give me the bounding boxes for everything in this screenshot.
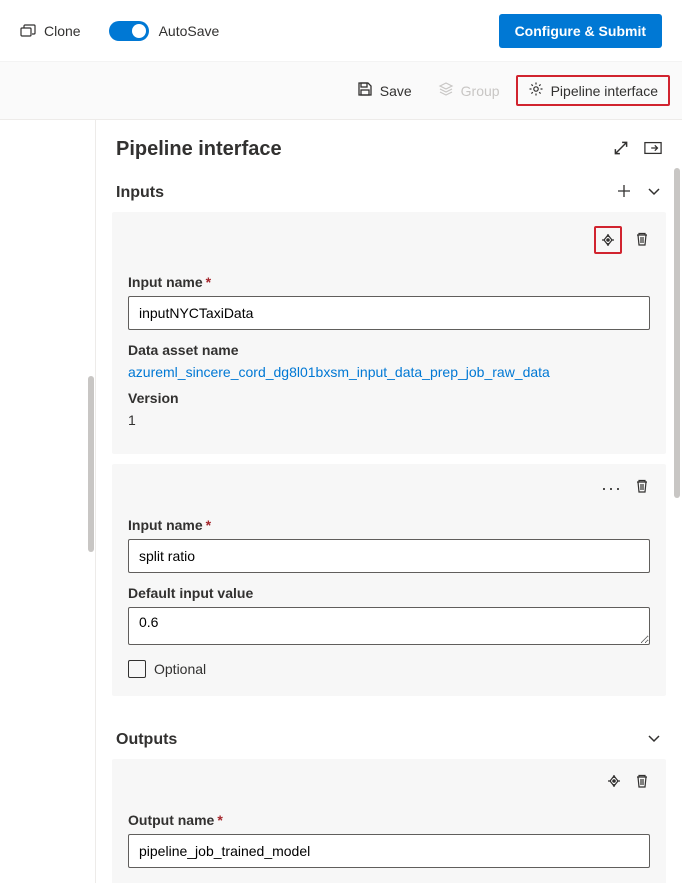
input2-name-label: Input name* <box>128 517 650 533</box>
outputs-heading: Outputs <box>116 731 177 749</box>
inputs-section: Inputs <box>96 173 682 720</box>
input1-name-field[interactable] <box>128 296 650 330</box>
delete-input-icon[interactable] <box>634 478 650 497</box>
optional-label: Optional <box>154 661 206 677</box>
delete-output-icon[interactable] <box>634 773 650 792</box>
input-card-1: Input name* Data asset name azureml_sinc… <box>112 212 666 454</box>
pipeline-interface-button[interactable]: Pipeline interface <box>516 75 670 106</box>
save-button[interactable]: Save <box>347 75 422 106</box>
group-button: Group <box>428 75 510 106</box>
main-body: Pipeline interface Inputs <box>0 120 682 883</box>
panel-title: Pipeline interface <box>116 138 282 161</box>
left-rail <box>0 120 95 883</box>
autosave-toggle[interactable] <box>109 21 149 41</box>
more-options-icon[interactable]: ··· <box>601 479 622 497</box>
chevron-down-icon[interactable] <box>646 730 662 749</box>
resize-handle[interactable] <box>88 376 94 552</box>
delete-input-icon[interactable] <box>634 231 650 250</box>
top-toolbar: Clone AutoSave Configure & Submit <box>0 0 682 62</box>
output-card-1: Output name* Type <box>112 759 666 883</box>
group-icon <box>438 81 454 100</box>
input2-name-field[interactable] <box>128 539 650 573</box>
pipeline-interface-panel: Pipeline interface Inputs <box>95 120 682 883</box>
optional-checkbox[interactable] <box>128 660 146 678</box>
input2-default-field[interactable] <box>128 607 650 645</box>
autosave-label: AutoSave <box>159 23 220 39</box>
output1-name-field[interactable] <box>128 834 650 868</box>
save-label: Save <box>380 83 412 99</box>
input1-asset-link[interactable]: azureml_sincere_cord_dg8l01bxsm_input_da… <box>128 364 650 380</box>
configure-submit-button[interactable]: Configure & Submit <box>499 14 662 48</box>
inputs-heading: Inputs <box>116 184 164 202</box>
group-label: Group <box>461 83 500 99</box>
sub-toolbar: Save Group Pipeline interface <box>0 62 682 120</box>
input1-name-label: Input name* <box>128 274 650 290</box>
input1-asset-label: Data asset name <box>128 342 650 358</box>
add-input-icon[interactable] <box>616 183 632 202</box>
panel-header: Pipeline interface <box>96 120 682 173</box>
input-card-2: ··· Input name* Default input value Opti… <box>112 464 666 696</box>
input2-default-label: Default input value <box>128 585 650 601</box>
clone-button[interactable]: Clone <box>20 23 81 39</box>
output1-name-label: Output name* <box>128 812 650 828</box>
save-icon <box>357 81 373 100</box>
locate-output-icon[interactable] <box>606 773 622 792</box>
pipeline-interface-label: Pipeline interface <box>551 83 658 99</box>
expand-icon[interactable] <box>612 139 630 160</box>
clone-label: Clone <box>44 23 81 39</box>
input1-version-label: Version <box>128 390 650 406</box>
clone-icon <box>20 23 36 39</box>
chevron-down-icon[interactable] <box>646 183 662 202</box>
outputs-section: Outputs <box>96 720 682 883</box>
locate-input-button[interactable] <box>594 226 622 254</box>
scrollbar-thumb[interactable] <box>674 168 680 498</box>
autosave-control: AutoSave <box>109 21 220 41</box>
input1-version-value: 1 <box>128 412 650 428</box>
gear-icon <box>528 81 544 100</box>
dock-icon[interactable] <box>644 139 662 160</box>
